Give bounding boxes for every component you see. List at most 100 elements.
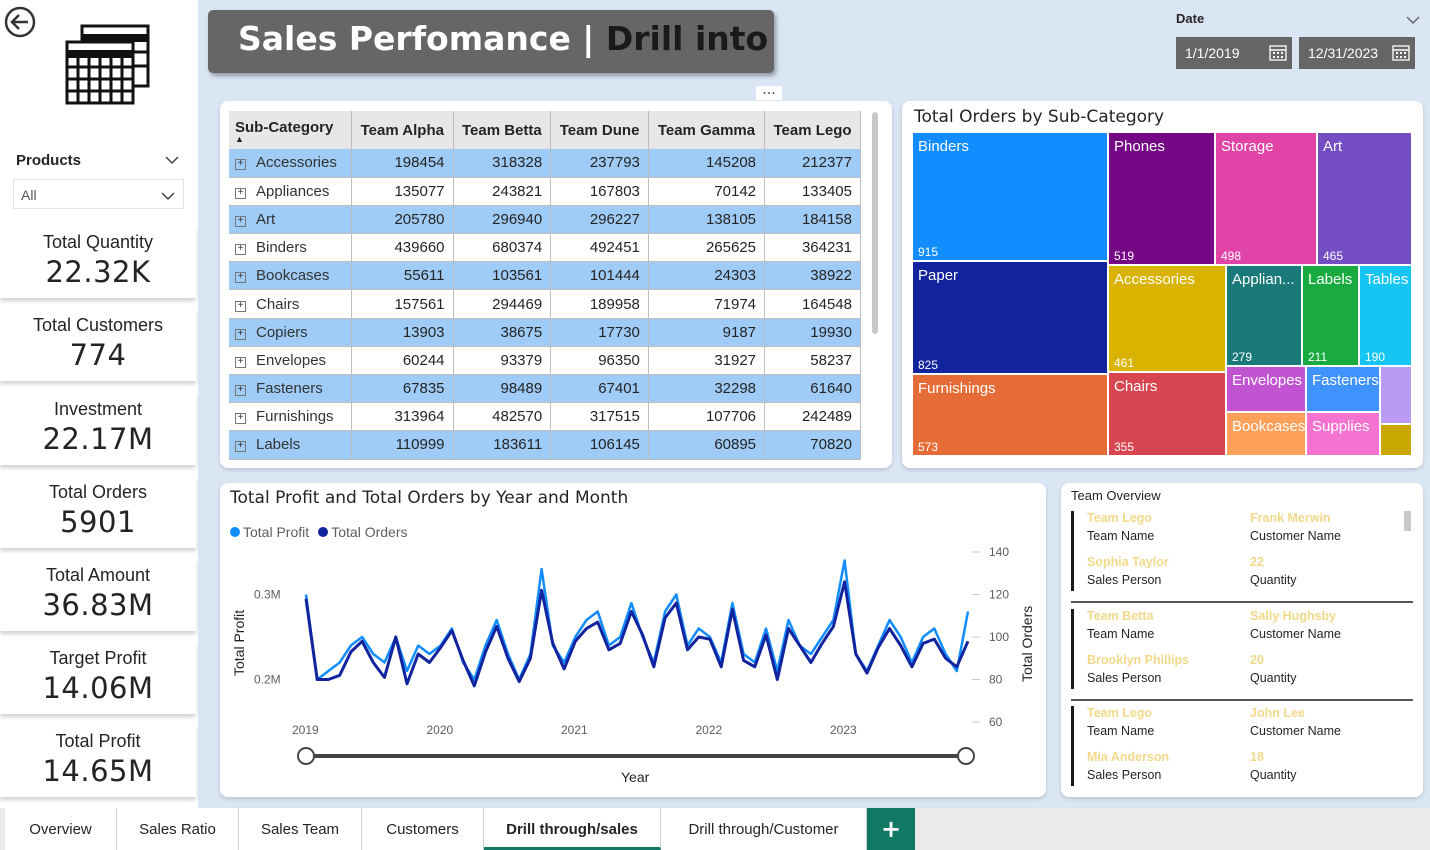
treemap-tile-label: Paper: [918, 267, 959, 284]
expand-icon[interactable]: +: [235, 187, 246, 199]
expand-icon[interactable]: +: [235, 385, 246, 397]
tab-sales-ratio[interactable]: Sales Ratio: [117, 808, 239, 850]
treemap-tile[interactable]: Phones 519: [1109, 133, 1214, 264]
tab-drill-through-sales[interactable]: Drill through/sales: [484, 808, 661, 850]
expand-icon[interactable]: +: [235, 300, 246, 312]
kpi-value: 22.17M: [42, 422, 154, 456]
table-cell: 31927: [648, 346, 766, 376]
table-cell: 492451: [550, 233, 649, 263]
table-row[interactable]: + Labels 110999 183611 106145 60895 70820: [229, 430, 861, 460]
expand-icon[interactable]: +: [235, 441, 246, 453]
column-header[interactable]: Team Lego: [764, 111, 861, 149]
table-row[interactable]: + Copiers 13903 38675 17730 9187 19930: [229, 318, 861, 347]
table-row[interactable]: + Envelopes 60244 93379 96350 31927 58237: [229, 346, 861, 376]
table-row[interactable]: + Fasteners 67835 98489 67401 32298 61640: [229, 374, 861, 404]
table-row[interactable]: + Bookcases 55611 103561 101444 24303 38922: [229, 261, 861, 291]
tab-customers[interactable]: Customers: [362, 808, 484, 850]
calendar-icon[interactable]: [1269, 44, 1287, 61]
expand-icon[interactable]: +: [235, 215, 246, 227]
table-cell: 237793: [550, 149, 649, 178]
column-header[interactable]: Team Gamma: [648, 111, 766, 149]
divider: [1071, 601, 1413, 603]
quantity-value: 18: [1250, 750, 1264, 764]
date-start-input[interactable]: 1/1/2019: [1176, 37, 1292, 69]
tab-overview[interactable]: Overview: [5, 808, 117, 850]
treemap-title: Total Orders by Sub-Category: [914, 107, 1165, 127]
sales-person-label: Sales Person: [1087, 573, 1162, 587]
matrix-scrollbar[interactable]: [872, 112, 878, 334]
table-cell: 157561: [351, 289, 454, 319]
team-record[interactable]: Team Betta Team Name Sally Hughsby Customer…: [1071, 609, 1413, 689]
table-cell: 145208: [648, 149, 766, 178]
treemap-tile[interactable]: [1381, 367, 1411, 423]
treemap-tile[interactable]: Labels 211: [1303, 266, 1358, 365]
table-cell: 265625: [648, 233, 766, 263]
add-page-button[interactable]: +: [867, 808, 915, 850]
chevron-down-icon[interactable]: [1406, 11, 1420, 25]
treemap-tile[interactable]: Furnishings 573: [913, 375, 1107, 455]
treemap-tile[interactable]: Binders 915: [913, 133, 1107, 260]
table-row[interactable]: + Appliances 135077 243821 167803 70142 133405: [229, 177, 861, 206]
table-row[interactable]: + Binders 439660 680374 492451 265625 364231: [229, 233, 861, 263]
treemap-tile[interactable]: Envelopes: [1227, 367, 1305, 411]
expand-icon[interactable]: +: [235, 244, 246, 256]
table-row[interactable]: + Art 205780 296940 296227 138105 184158: [229, 205, 861, 235]
quantity-label: Quantity: [1250, 768, 1297, 782]
products-slicer-label: Products: [16, 152, 82, 169]
table-row[interactable]: + Furnishings 313964 482570 317515 107706 2424…: [229, 402, 861, 432]
x-tick-label: 2019: [292, 723, 319, 737]
row-header-cell: + Furnishings: [229, 402, 353, 432]
calendar-icon[interactable]: [1392, 44, 1410, 61]
tab-sales-team[interactable]: Sales Team: [239, 808, 362, 850]
tab-drill-through-customer[interactable]: Drill through/Customer: [661, 808, 867, 850]
table-cell: 439660: [351, 233, 454, 263]
legend-item[interactable]: Total Orders: [318, 524, 407, 540]
expand-icon[interactable]: +: [235, 159, 246, 171]
expand-icon[interactable]: +: [235, 356, 246, 368]
table-cell: 60244: [351, 346, 454, 376]
treemap-tile[interactable]: Fasteners: [1307, 367, 1379, 411]
treemap-tile[interactable]: Tables 190: [1360, 266, 1411, 365]
treemap-tile[interactable]: Chairs 355: [1109, 373, 1225, 455]
column-header[interactable]: Sub-Category ▲: [229, 111, 353, 149]
expand-icon[interactable]: +: [235, 272, 246, 284]
series-line-total-orders[interactable]: [304, 580, 970, 688]
treemap-tile[interactable]: Art 465: [1318, 133, 1411, 264]
table-cell: 61640: [764, 374, 861, 404]
treemap-tile-value: 190: [1365, 350, 1386, 364]
team-name-value: Team Lego: [1087, 706, 1153, 720]
x-range-slider-start-handle[interactable]: [297, 747, 315, 765]
treemap-tile[interactable]: [1381, 425, 1411, 455]
treemap-tile[interactable]: Storage 498: [1216, 133, 1316, 264]
date-end-input[interactable]: 12/31/2023: [1299, 37, 1415, 69]
column-header[interactable]: Team Alpha: [351, 111, 454, 149]
table-cell: 98489: [453, 374, 552, 404]
page-title-main: Sales Perfomance |: [238, 19, 606, 58]
chevron-down-icon[interactable]: [164, 152, 180, 166]
table-cell: 133405: [764, 177, 861, 206]
x-range-slider-end-handle[interactable]: [957, 747, 975, 765]
kpi-value: 5901: [60, 505, 136, 539]
table-cell: 198454: [351, 149, 454, 178]
team-record[interactable]: Team Lego Team Name Frank Merwin Customer N…: [1071, 511, 1413, 591]
table-row[interactable]: + Accessories 198454 318328 237793 145208 2123…: [229, 149, 861, 178]
treemap-tile[interactable]: Accessories 461: [1109, 266, 1225, 371]
treemap-tile[interactable]: Paper 825: [913, 262, 1107, 373]
kpi-value: 22.32K: [45, 255, 151, 289]
treemap-tile[interactable]: Supplies: [1307, 413, 1379, 455]
page-title-drill: Drill into: [605, 19, 769, 58]
treemap-tile[interactable]: Bookcases: [1227, 413, 1305, 455]
legend-item[interactable]: Total Profit: [230, 524, 309, 540]
table-row[interactable]: + Chairs 157561 294469 189958 71974 164548: [229, 289, 861, 319]
more-options-button[interactable]: ...: [756, 83, 782, 100]
expand-icon[interactable]: +: [235, 413, 246, 425]
kpi-label: Target Profit: [49, 648, 147, 668]
team-record[interactable]: Team Lego Team Name John Lee Customer Name M…: [1071, 706, 1413, 786]
expand-icon[interactable]: +: [235, 328, 246, 340]
treemap-tile-label: Applian...: [1232, 271, 1295, 288]
treemap-tile[interactable]: Applian... 279: [1227, 266, 1301, 365]
column-header[interactable]: Team Dune: [550, 111, 649, 149]
products-dropdown[interactable]: All: [13, 179, 184, 209]
back-arrow-icon[interactable]: [4, 6, 36, 38]
column-header[interactable]: Team Betta: [453, 111, 552, 149]
